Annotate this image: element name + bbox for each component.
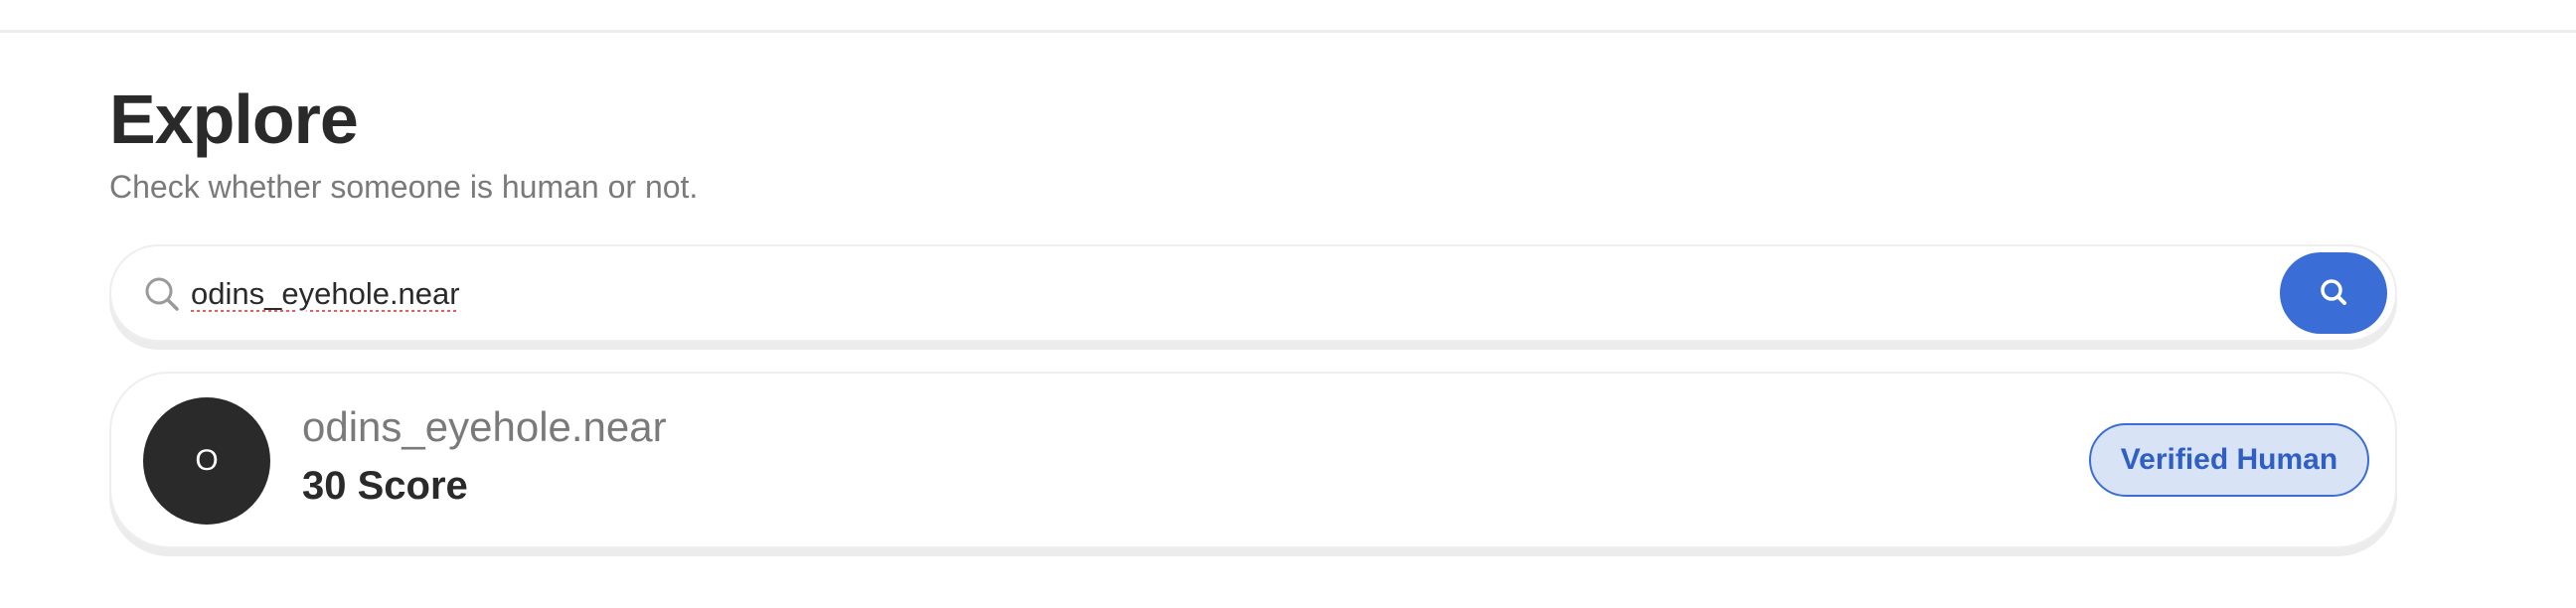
top-divider [0, 30, 2576, 33]
page-subtitle: Check whether someone is human or not. [109, 169, 699, 205]
search-bar [109, 244, 2397, 342]
avatar: O [143, 397, 270, 525]
avatar-initial: O [195, 444, 219, 477]
search-button[interactable] [2280, 252, 2387, 334]
status-badge: Verified Human [2089, 423, 2369, 497]
result-card[interactable]: O odins_eyehole.near 30 Score Verified H… [109, 372, 2397, 548]
result-name: odins_eyehole.near [302, 403, 667, 450]
search-icon [143, 275, 181, 313]
search-input[interactable] [191, 268, 2238, 320]
explore-page: Explore Check whether someone is human o… [0, 0, 2576, 608]
result-score: 30 Score [302, 464, 468, 508]
search-icon [2319, 277, 2348, 310]
page-title: Explore [109, 80, 359, 158]
